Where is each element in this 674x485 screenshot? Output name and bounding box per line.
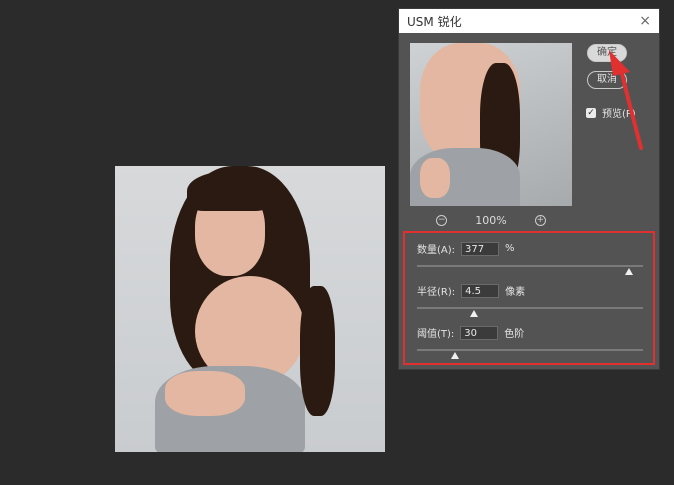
annotation-arrow-icon	[609, 50, 643, 150]
